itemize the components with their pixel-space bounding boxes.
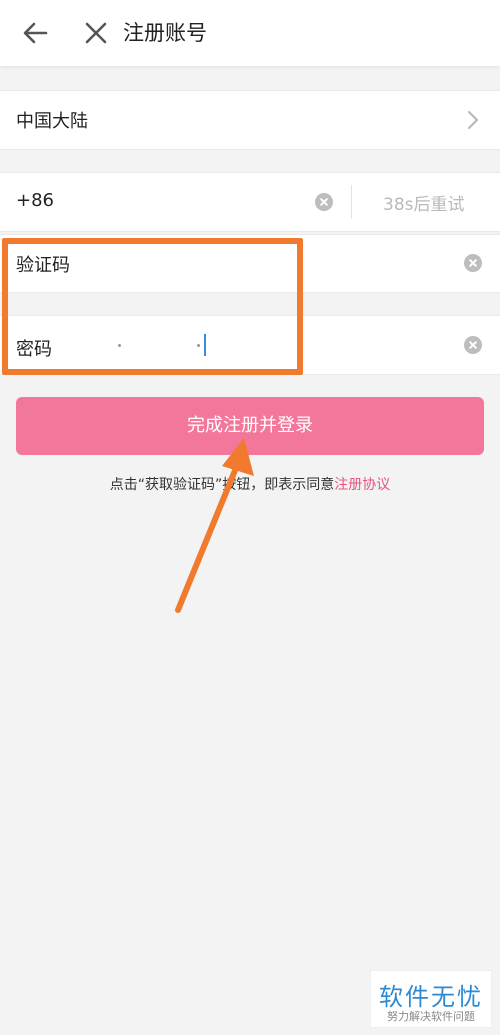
- clear-icon[interactable]: [315, 193, 333, 211]
- phone-field-row: +86 38s后重试: [0, 172, 500, 232]
- field-divider: [351, 185, 352, 219]
- resend-code-button[interactable]: 38s后重试: [383, 190, 465, 215]
- chevron-right-icon: [468, 111, 478, 129]
- clear-icon[interactable]: [464, 336, 482, 354]
- back-arrow-icon[interactable]: [18, 15, 54, 51]
- top-bar: 注册账号: [0, 0, 500, 66]
- watermark-subtitle: 努力解决软件问题: [387, 1010, 475, 1023]
- close-icon[interactable]: [78, 15, 114, 51]
- text-cursor: [204, 334, 206, 356]
- password-row[interactable]: 密码: [0, 315, 500, 375]
- verification-code-label: 验证码: [16, 255, 70, 276]
- agreement-notice: 点击“获取验证码”按钮，即表示同意注册协议: [0, 474, 500, 494]
- region-selector[interactable]: 中国大陆: [0, 90, 500, 150]
- region-label: 中国大陆: [16, 111, 88, 132]
- password-label: 密码: [16, 339, 52, 360]
- password-mask-dot: [118, 344, 121, 347]
- register-and-login-button[interactable]: 完成注册并登录: [16, 397, 484, 455]
- agreement-link[interactable]: 注册协议: [334, 477, 390, 493]
- phone-input[interactable]: +86: [16, 190, 54, 211]
- watermark-logo: 软件无忧 努力解决软件问题: [370, 970, 492, 1028]
- agreement-text: 点击“获取验证码”按钮，即表示同意: [109, 477, 335, 493]
- verification-code-row[interactable]: 验证码: [0, 234, 500, 293]
- watermark-title: 软件无忧: [379, 983, 483, 1011]
- annotation-arrow: [175, 438, 254, 613]
- clear-icon[interactable]: [464, 254, 482, 272]
- page-title: 注册账号: [123, 21, 207, 45]
- password-mask-dot: [197, 344, 200, 347]
